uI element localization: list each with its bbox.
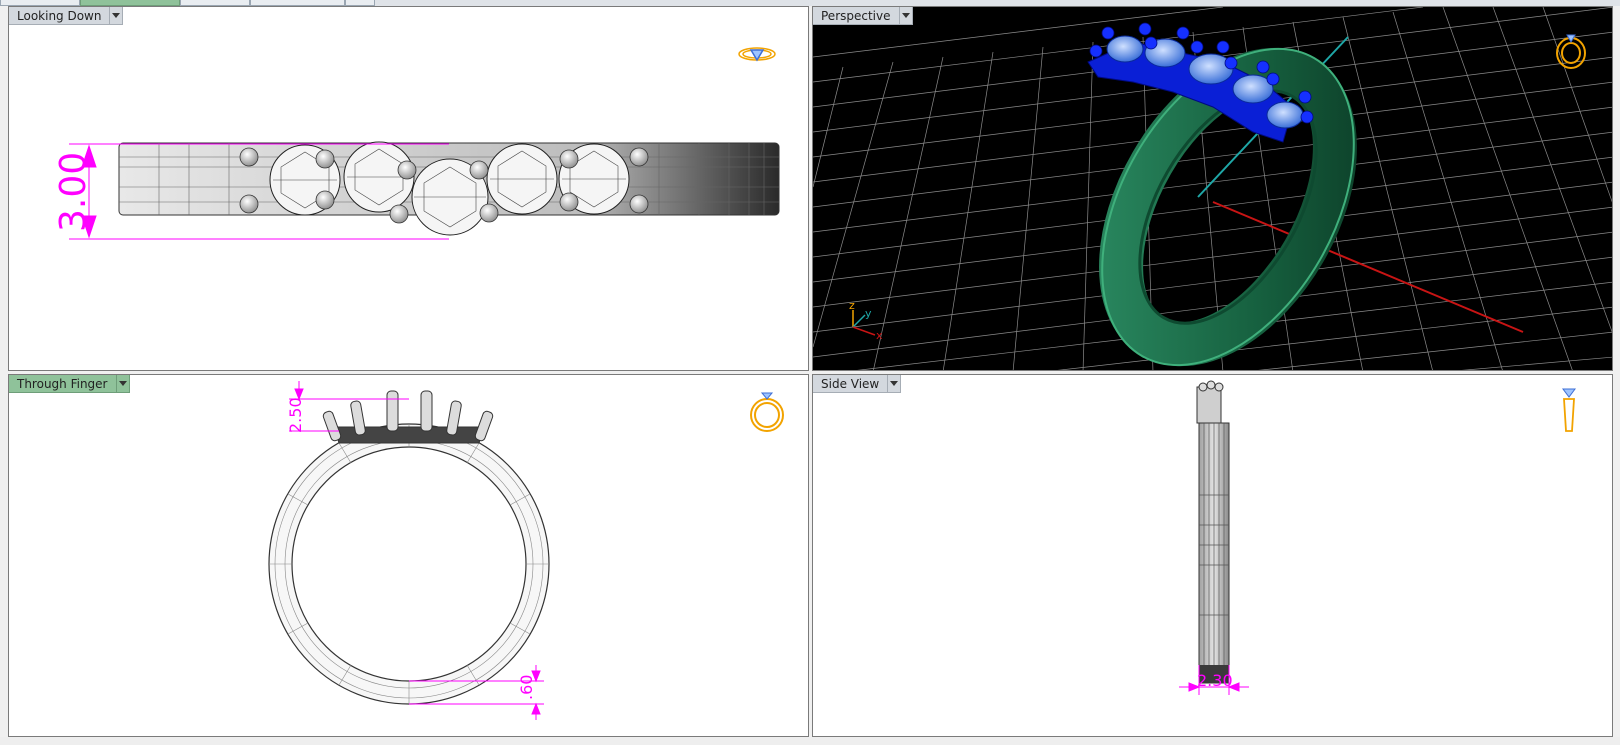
dimension-label: 3.00 xyxy=(53,152,94,232)
ring-side-icon xyxy=(1562,388,1576,432)
viewport-side-view[interactable]: Side View 2.30 xyxy=(812,374,1613,737)
viewport-label[interactable]: Side View xyxy=(813,375,902,393)
status-bar xyxy=(0,737,1620,745)
dimension-label-top: 2.50 xyxy=(286,397,305,433)
ring-through-finger-icon xyxy=(750,392,784,432)
chevron-down-icon[interactable] xyxy=(110,7,124,25)
side-view-drawing: 2.30 xyxy=(1179,380,1576,695)
viewport-looking-down[interactable]: Looking Down 3.00 xyxy=(8,6,809,371)
dimension-label-bottom: .60 xyxy=(517,675,536,700)
axis-y-label: y xyxy=(865,307,872,320)
viewport-through-finger[interactable]: Through Finger 2.50 .60 xyxy=(8,374,809,737)
chevron-down-icon[interactable] xyxy=(116,375,130,393)
ring-side-profile xyxy=(1196,380,1230,684)
axis-triad: z y x xyxy=(849,299,883,342)
perspective-drawing: z y x xyxy=(813,7,1612,370)
axis-z-label: z xyxy=(849,299,855,312)
ring-profile xyxy=(268,423,550,705)
viewport-title[interactable]: Through Finger xyxy=(9,375,117,393)
chevron-down-icon[interactable] xyxy=(888,375,902,393)
viewport-label[interactable]: Looking Down xyxy=(9,7,124,25)
dimension-label: 2.30 xyxy=(1197,671,1233,690)
viewport-title[interactable]: Perspective xyxy=(813,7,900,25)
viewport-title[interactable]: Looking Down xyxy=(9,7,111,25)
looking-down-drawing: 3.00 xyxy=(53,47,780,240)
viewport-perspective[interactable]: Perspective z y x xyxy=(812,6,1613,371)
ring-with-gem-icon xyxy=(738,47,776,62)
chevron-down-icon[interactable] xyxy=(899,7,913,25)
viewport-label[interactable]: Through Finger xyxy=(9,375,130,393)
through-finger-drawing: 2.50 .60 xyxy=(268,381,784,720)
viewport-label[interactable]: Perspective xyxy=(813,7,913,25)
axis-x-label: x xyxy=(876,329,883,342)
ring-with-gem-icon xyxy=(1556,34,1586,69)
viewport-title[interactable]: Side View xyxy=(813,375,889,393)
